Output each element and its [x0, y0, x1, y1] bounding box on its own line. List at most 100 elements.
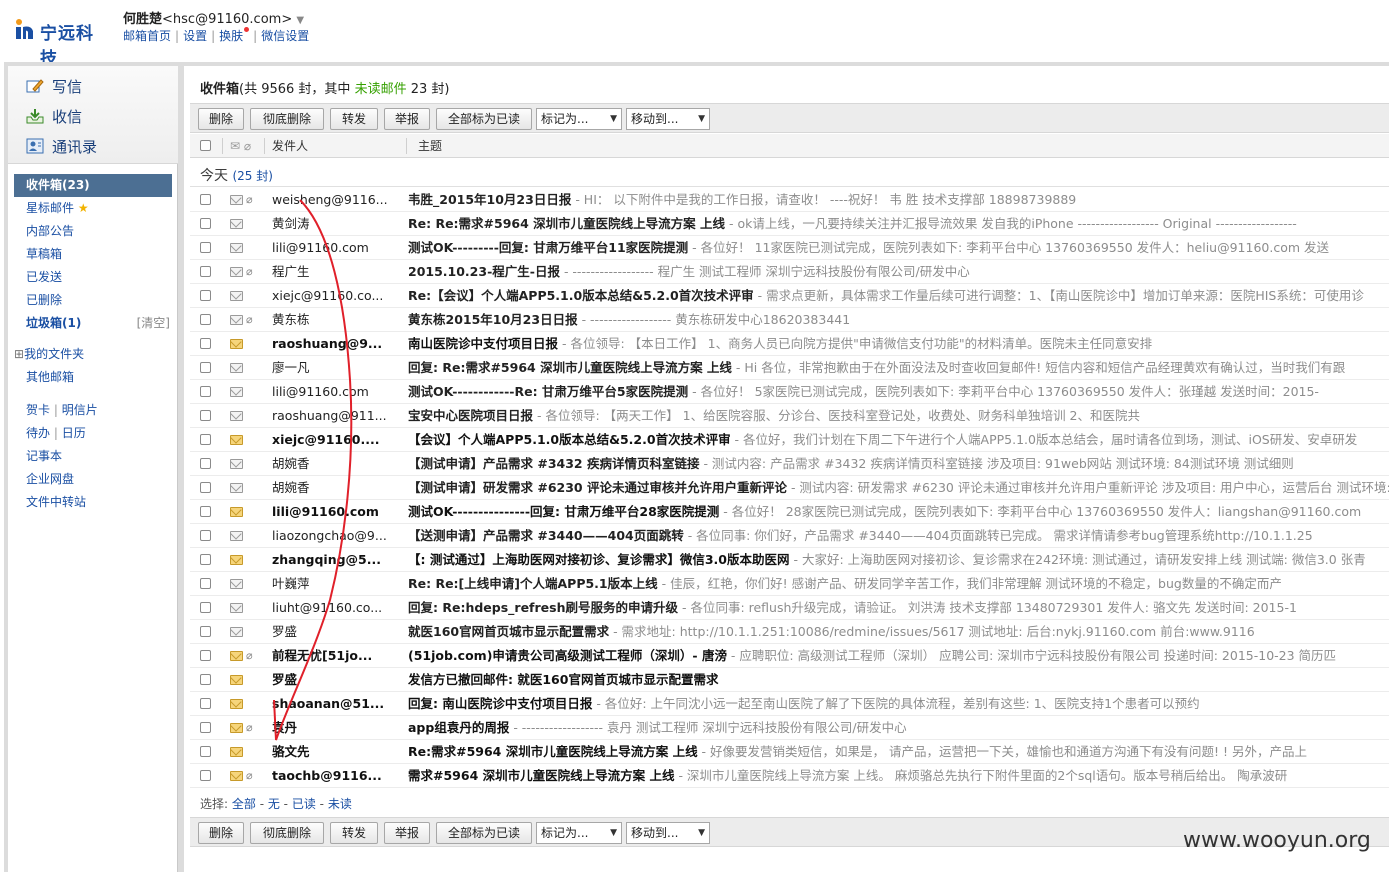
table-row[interactable]: xiejc@91160.... 【会议】个人端APP5.1.0版本总结&5.2.0…	[190, 428, 1389, 452]
group-count-link[interactable]: (25 封)	[232, 169, 272, 183]
report-button[interactable]: 举报	[384, 822, 430, 844]
row-sender[interactable]: 胡婉香	[272, 476, 402, 499]
row-subject[interactable]: 回复: 南山医院诊中支付项目日报 - 各位好: 上午同沈小远一起至南山医院了解了…	[408, 692, 1200, 715]
row-checkbox[interactable]	[200, 554, 211, 565]
table-row[interactable]: lili@91160.com 测试OK---------回复: 甘肃万维平台11家…	[190, 236, 1389, 260]
folder-deleted[interactable]: 已删除	[8, 289, 178, 312]
link-netdisk[interactable]: 企业网盘	[8, 468, 178, 491]
row-checkbox[interactable]	[200, 242, 211, 253]
row-sender[interactable]: 黄剑涛	[272, 212, 402, 235]
delete-button[interactable]: 删除	[198, 822, 244, 844]
table-row[interactable]: ⌀ 袁丹 app组袁丹的周报 - ------------------ 袁丹 测试工…	[190, 716, 1389, 740]
row-checkbox[interactable]	[200, 674, 211, 685]
row-subject[interactable]: 就医160官网首页城市显示配置需求 - 需求地址: http://10.1.1.…	[408, 620, 1255, 643]
row-subject[interactable]: 2015.10.23-程广生-日报 - ------------------ 程…	[408, 260, 970, 283]
table-row[interactable]: lili@91160.com 测试OK------------Re: 甘肃万维平台…	[190, 380, 1389, 404]
folder-other-mail[interactable]: 其他邮箱	[8, 366, 178, 389]
link-card[interactable]: 贺卡	[26, 403, 50, 417]
row-checkbox[interactable]	[200, 746, 211, 757]
row-sender[interactable]: liuht@91160.co...	[272, 596, 402, 619]
move-to-select[interactable]: 移动到... ▼	[626, 822, 710, 844]
row-checkbox[interactable]	[200, 434, 211, 445]
row-subject[interactable]: 回复: Re:hdeps_refresh刷号服务的申请升级 - 各位同事: re…	[408, 596, 1297, 619]
table-row[interactable]: ⌀ 前程无忧[51jo... (51job.com)申请贵公司高级测试工程师（深圳）…	[190, 644, 1389, 668]
row-sender[interactable]: raoshuang@9...	[272, 332, 402, 355]
folder-starred[interactable]: 星标邮件 ★	[8, 197, 178, 220]
table-row[interactable]: 骆文先 Re:需求#5964 深圳市儿童医院线上导流方案 上线 - 好像要发营销类…	[190, 740, 1389, 764]
link-settings[interactable]: 设置	[183, 29, 207, 43]
link-wechat-settings[interactable]: 微信设置	[261, 29, 309, 43]
row-sender[interactable]: lili@91160.com	[272, 380, 402, 403]
table-row[interactable]: ⌀ taochb@9116... 需求#5964 深圳市儿童医院线上导流方案 上线 …	[190, 764, 1389, 788]
row-sender[interactable]: 胡婉香	[272, 452, 402, 475]
link-postcard[interactable]: 明信片	[62, 403, 98, 417]
expand-icon[interactable]: ⊞	[14, 347, 24, 361]
purge-button[interactable]: 彻底删除	[250, 822, 324, 844]
row-subject[interactable]: 测试OK------------Re: 甘肃万维平台5家医院提测 - 各位好！ …	[408, 380, 1319, 403]
row-subject[interactable]: app组袁丹的周报 - ------------------ 袁丹 测试工程师 …	[408, 716, 907, 739]
delete-button[interactable]: 删除	[198, 108, 244, 130]
col-subject[interactable]: 主题	[418, 134, 442, 158]
row-checkbox[interactable]	[200, 458, 211, 469]
row-subject[interactable]: Re:【会议】个人端APP5.1.0版本总结&5.2.0首次技术评审 - 需求点…	[408, 284, 1364, 307]
row-subject[interactable]: 【测试申请】产品需求 #3432 疾病详情页科室链接 - 测试内容: 产品需求 …	[408, 452, 1294, 475]
table-row[interactable]: liuht@91160.co... 回复: Re:hdeps_refresh刷号服…	[190, 596, 1389, 620]
folder-notice[interactable]: 内部公告	[8, 220, 178, 243]
mark-as-select[interactable]: 标记为... ▼	[536, 822, 622, 844]
row-sender[interactable]: zhangqing@5...	[272, 548, 402, 571]
table-row[interactable]: xiejc@91160.co... Re:【会议】个人端APP5.1.0版本总结&…	[190, 284, 1389, 308]
row-subject[interactable]: 南山医院诊中支付项目日报 - 各位领导: 【本日工作】 1、商务人员已向院方提供…	[408, 332, 1152, 355]
row-checkbox[interactable]	[200, 194, 211, 205]
row-checkbox[interactable]	[200, 314, 211, 325]
select-read-link[interactable]: 已读	[292, 797, 316, 811]
row-sender[interactable]: raoshuang@911...	[272, 404, 402, 427]
clear-spam-link[interactable]: [清空]	[137, 312, 170, 335]
row-checkbox[interactable]	[200, 770, 211, 781]
link-mail-home[interactable]: 邮箱首页	[123, 29, 171, 43]
row-subject[interactable]: 需求#5964 深圳市儿童医院线上导流方案 上线 - 深圳市儿童医院线上导流方案…	[408, 764, 1287, 787]
row-sender[interactable]: xiejc@91160....	[272, 428, 402, 451]
table-row[interactable]: ⌀ weisheng@9116... 韦胜_2015年10月23日日报 - HI： …	[190, 188, 1389, 212]
forward-button[interactable]: 转发	[330, 822, 378, 844]
row-sender[interactable]: lili@91160.com	[272, 236, 402, 259]
row-checkbox[interactable]	[200, 698, 211, 709]
table-row[interactable]: raoshuang@9... 南山医院诊中支付项目日报 - 各位领导: 【本日工作…	[190, 332, 1389, 356]
contacts-button[interactable]: 通讯录	[26, 136, 97, 160]
table-row[interactable]: 罗盛 发信方已撤回邮件: 就医160官网首页城市显示配置需求	[190, 668, 1389, 692]
select-all-checkbox[interactable]	[200, 140, 211, 151]
row-checkbox[interactable]	[200, 626, 211, 637]
row-sender[interactable]: weisheng@9116...	[272, 188, 402, 211]
table-row[interactable]: ⌀ 黄东栋 黄东栋2015年10月23日日报 - -----------------…	[190, 308, 1389, 332]
row-subject[interactable]: 【: 测试通过】上海助医网对接初诊、复诊需求】微信3.0版本助医网 - 大家好:…	[408, 548, 1366, 571]
report-button[interactable]: 举报	[384, 108, 430, 130]
row-subject[interactable]: 宝安中心医院项目日报 - 各位领导: 【两天工作】 1、给医院容服、分诊台、医技…	[408, 404, 1140, 427]
table-row[interactable]: 黄剑涛 Re: Re:需求#5964 深圳市儿童医院线上导流方案 上线 - ok请…	[190, 212, 1389, 236]
row-sender[interactable]: 罗盛	[272, 668, 402, 691]
row-sender[interactable]: 骆文先	[272, 740, 402, 763]
row-checkbox[interactable]	[200, 218, 211, 229]
row-sender[interactable]: 罗盛	[272, 620, 402, 643]
receive-button[interactable]: 收信	[26, 106, 82, 130]
col-sender[interactable]: 发件人	[272, 134, 308, 158]
row-sender[interactable]: 叶巍萍	[272, 572, 402, 595]
row-subject[interactable]: Re: Re:需求#5964 深圳市儿童医院线上导流方案 上线 - ok请上线，…	[408, 212, 1297, 235]
row-sender[interactable]: liaozongchao@9...	[272, 524, 402, 547]
link-transfer[interactable]: 文件中转站	[8, 491, 178, 514]
folder-sent[interactable]: 已发送	[8, 266, 178, 289]
table-row[interactable]: ⌀ 程广生 2015.10.23-程广生-日报 - ----------------…	[190, 260, 1389, 284]
row-subject[interactable]: (51job.com)申请贵公司高级测试工程师（深圳）- 唐滂 - 应聘职位: …	[408, 644, 1336, 667]
row-sender[interactable]: lili@91160.com	[272, 500, 402, 523]
logo[interactable]: 宁远科技	[14, 12, 109, 69]
row-checkbox[interactable]	[200, 506, 211, 517]
row-sender[interactable]: 廖一凡	[272, 356, 402, 379]
row-sender[interactable]: 袁丹	[272, 716, 402, 739]
row-sender[interactable]: 程广生	[272, 260, 402, 283]
row-checkbox[interactable]	[200, 482, 211, 493]
table-row[interactable]: liaozongchao@9... 【送测申请】产品需求 #3440——404页面…	[190, 524, 1389, 548]
table-row[interactable]: lili@91160.com 测试OK---------------回复: 甘肃万…	[190, 500, 1389, 524]
table-row[interactable]: 叶巍萍 Re: Re:[上线申请]个人端APP5.1版本上线 - 佳辰，红艳，你们…	[190, 572, 1389, 596]
row-subject[interactable]: 黄东栋2015年10月23日日报 - ------------------ 黄东…	[408, 308, 850, 331]
row-subject[interactable]: Re: Re:[上线申请]个人端APP5.1版本上线 - 佳辰，红艳，你们好! …	[408, 572, 1282, 595]
table-row[interactable]: 胡婉香 【测试申请】产品需求 #3432 疾病详情页科室链接 - 测试内容: 产品…	[190, 452, 1389, 476]
select-all-link[interactable]: 全部	[232, 797, 256, 811]
